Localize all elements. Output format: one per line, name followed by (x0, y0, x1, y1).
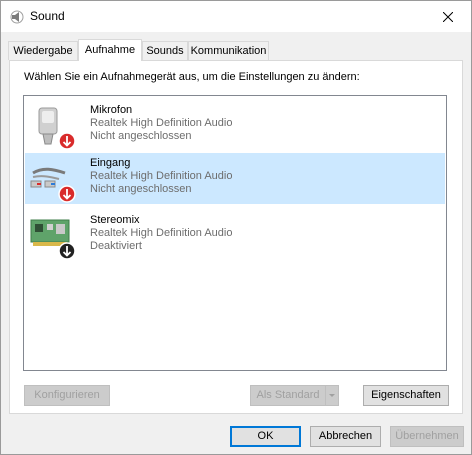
tab-kommunikation[interactable]: Kommunikation (188, 41, 269, 60)
device-name: Eingang (90, 157, 131, 169)
sound-dialog: Sound Wiedergabe Aufnahme Sounds Kommuni… (0, 0, 472, 455)
device-name: Stereomix (90, 214, 140, 226)
list-item[interactable]: Mikrofon Realtek High Definition Audio N… (25, 100, 445, 151)
properties-button[interactable]: Eigenschaften (363, 385, 449, 406)
cancel-button[interactable]: Abbrechen (310, 426, 381, 447)
tab-panel: Wählen Sie ein Aufnahmegerät aus, um die… (9, 60, 463, 414)
apply-button[interactable]: Übernehmen (390, 426, 464, 447)
close-icon (443, 11, 453, 22)
configure-button[interactable]: Konfigurieren (24, 385, 110, 406)
device-driver: Realtek High Definition Audio (90, 227, 233, 239)
sound-card-icon (30, 219, 76, 260)
device-status: Deaktiviert (90, 240, 142, 252)
close-button[interactable] (425, 1, 471, 32)
instruction-text: Wählen Sie ein Aufnahmegerät aus, um die… (24, 71, 360, 83)
chevron-down-icon (329, 394, 335, 397)
device-driver: Realtek High Definition Audio (90, 117, 233, 129)
title-bar: Sound (1, 1, 471, 32)
line-in-cable-icon (30, 167, 76, 203)
device-status: Nicht angeschlossen (90, 183, 192, 195)
list-item[interactable]: Stereomix Realtek High Definition Audio … (25, 210, 445, 261)
window-title: Sound (30, 9, 65, 23)
speaker-icon (10, 10, 24, 24)
tab-aufnahme[interactable]: Aufnahme (78, 39, 142, 61)
microphone-icon (38, 107, 76, 150)
tab-wiedergabe[interactable]: Wiedergabe (8, 41, 78, 60)
device-name: Mikrofon (90, 104, 133, 116)
device-driver: Realtek High Definition Audio (90, 170, 233, 182)
list-item-selected[interactable]: Eingang Realtek High Definition Audio Ni… (25, 153, 445, 204)
set-default-dropdown[interactable] (325, 385, 339, 406)
ok-button[interactable]: OK (230, 426, 301, 447)
tab-sounds[interactable]: Sounds (142, 41, 188, 60)
device-list[interactable]: Mikrofon Realtek High Definition Audio N… (23, 95, 447, 371)
set-default-button[interactable]: Als Standard (250, 385, 326, 406)
device-status: Nicht angeschlossen (90, 130, 192, 142)
